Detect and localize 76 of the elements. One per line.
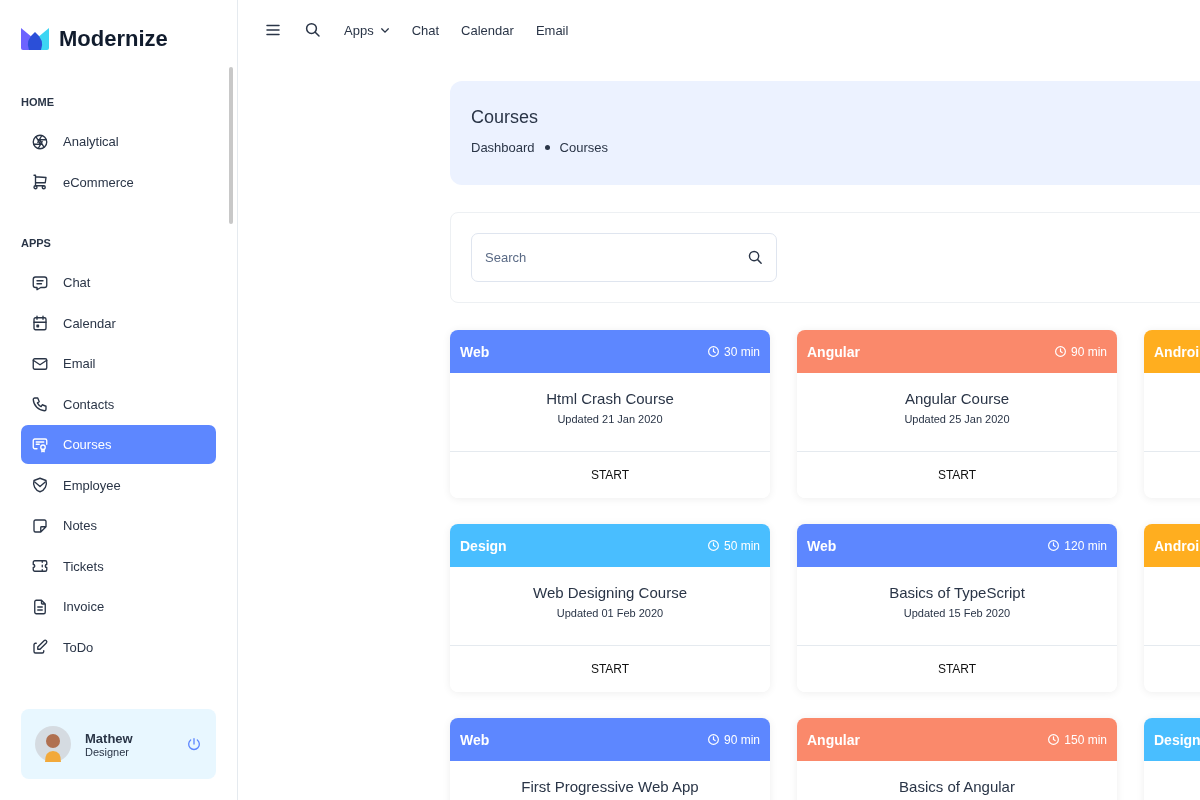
edit-icon — [31, 638, 49, 657]
certificate-icon — [31, 435, 49, 454]
course-title: Basics of Angular — [899, 779, 1015, 795]
clock-icon — [706, 733, 720, 746]
search-field[interactable]: Search — [471, 233, 777, 282]
course-category: Angular — [807, 343, 860, 360]
start-button[interactable]: START — [450, 452, 770, 498]
course-updated: Updated 21 Jan 2020 — [557, 412, 663, 427]
course-duration: 50 min — [723, 538, 760, 553]
note-icon — [31, 516, 49, 535]
breadcrumb-dot-icon — [544, 145, 550, 150]
avatar — [35, 726, 71, 762]
course-updated: Updated 15 Feb 2020 — [903, 606, 1011, 621]
sidebar-item[interactable]: Notes — [21, 506, 216, 546]
top-link[interactable]: Email — [535, 22, 569, 38]
sidebar-item[interactable]: Invoice — [21, 587, 216, 627]
clock-icon — [1053, 345, 1067, 358]
course-category: Androi — [1154, 343, 1200, 360]
start-button[interactable]: START — [797, 646, 1117, 692]
course-updated: Updated 01 Feb 2020 — [556, 606, 664, 621]
course-category: Androi — [1154, 537, 1200, 554]
profile-role: Designer — [85, 745, 131, 758]
course-duration: 90 min — [1070, 344, 1107, 359]
sidebar-item[interactable]: Calendar — [21, 303, 216, 343]
section-title: APPS — [21, 236, 52, 251]
power-icon[interactable] — [186, 736, 202, 752]
calendar-icon — [31, 314, 49, 333]
sidebar-item[interactable]: Email — [21, 344, 216, 384]
start-button[interactable]: START — [797, 452, 1117, 498]
sidebar-scrollbar[interactable] — [229, 67, 233, 224]
breadcrumb-item[interactable]: Courses — [559, 140, 609, 155]
logo-icon — [19, 25, 51, 52]
course-category: Angular — [807, 731, 860, 748]
course-duration: 120 min — [1064, 538, 1107, 553]
top-link[interactable]: Calendar — [461, 22, 514, 38]
cart-icon — [31, 173, 49, 192]
sidebar-item[interactable]: Analytical — [21, 122, 216, 162]
course-category: Web — [460, 731, 490, 748]
phone-icon — [31, 395, 49, 414]
course-duration: 150 min — [1064, 732, 1107, 747]
page-title: Courses — [471, 106, 539, 128]
course-updated: Updated 25 Jan 2020 — [904, 412, 1010, 427]
aperture-icon — [31, 132, 49, 151]
search-icon[interactable] — [747, 249, 764, 266]
course-title: Angular Course — [904, 391, 1010, 407]
search-icon[interactable] — [304, 21, 322, 39]
course-title: Basics of TypeScript — [889, 585, 1025, 601]
logo-text: Modernize — [59, 25, 168, 52]
sidebar-item[interactable]: Contacts — [21, 384, 216, 424]
course-title: First Progressive Web App — [521, 779, 699, 795]
course-title: Html Crash Course — [546, 391, 674, 407]
course-category: Web — [807, 537, 837, 554]
sidebar-item[interactable]: Chat — [21, 263, 216, 303]
sidebar-item[interactable]: ToDo — [21, 627, 216, 667]
course-category: Web — [460, 343, 490, 360]
section-title: HOME — [21, 95, 55, 110]
course-category: Design — [1154, 731, 1200, 748]
course-title: Web Designing Course — [533, 585, 687, 601]
clock-icon — [706, 345, 720, 358]
profile-name: Mathew — [85, 730, 134, 746]
course-category: Design — [460, 537, 507, 554]
start-button[interactable]: START — [450, 646, 770, 692]
clock-icon — [1047, 733, 1061, 746]
clock-icon — [706, 539, 720, 552]
top-link[interactable]: Chat — [411, 22, 440, 38]
sidebar-item[interactable]: Employee — [21, 465, 216, 505]
shield-icon — [31, 476, 49, 495]
clock-icon — [1047, 539, 1061, 552]
course-duration: 30 min — [723, 344, 760, 359]
sidebar-item[interactable]: Tickets — [21, 546, 216, 586]
course-duration: 90 min — [723, 732, 760, 747]
top-link[interactable]: Apps — [344, 22, 390, 38]
breadcrumb-item[interactable]: Dashboard — [471, 140, 535, 155]
file-icon — [31, 597, 49, 616]
chat-icon — [31, 273, 49, 292]
sidebar-item[interactable]: eCommerce — [21, 162, 216, 202]
